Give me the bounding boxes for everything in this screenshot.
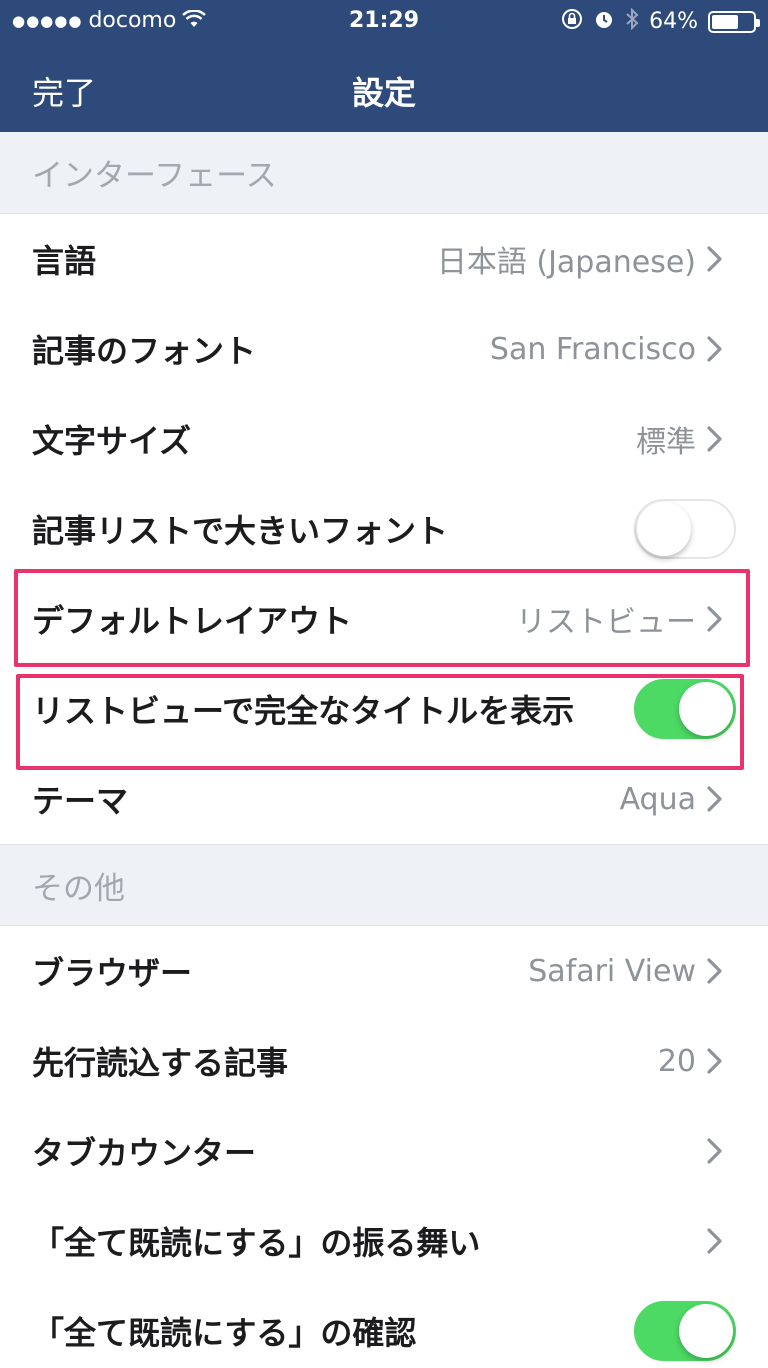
chevron-right-icon [706,245,724,273]
row-label: 「全て既読にする」の振る舞い [32,1224,481,1262]
row-accessory: San Francisco [490,332,724,367]
orientation-lock-icon [561,8,583,35]
row-theme[interactable]: テーマ Aqua [0,754,768,844]
row-text-size[interactable]: 文字サイズ 標準 [0,394,768,484]
row-accessory [706,1227,724,1255]
row-label: 言語 [32,242,97,280]
status-bar-right: 64% [561,7,760,35]
row-label: 文字サイズ [32,422,192,460]
row-default-layout[interactable]: デフォルトレイアウト リストビュー [0,574,768,664]
battery-level [712,14,738,29]
chevron-right-icon [706,425,724,453]
row-tab-counter[interactable]: タブカウンター [0,1106,768,1196]
chevron-right-icon [706,1047,724,1075]
row-article-font[interactable]: 記事のフォント San Francisco [0,304,768,394]
row-value: Aqua [619,781,696,817]
row-accessory: Aqua [620,782,724,817]
row-browser[interactable]: ブラウザー Safari View [0,926,768,1016]
chevron-right-icon [706,335,724,363]
toggle-knob [679,682,733,736]
battery-percent: 64% [649,9,698,34]
row-accessory: 標準 [636,417,724,461]
row-full-title-in-list[interactable]: リストビューで完全なタイトルを表示 [0,664,768,754]
chevron-right-icon [706,1137,724,1165]
toggle-switch[interactable] [634,1301,736,1361]
row-value: 標準 [636,425,696,460]
alarm-icon [593,8,615,35]
row-accessory: Safari View [528,954,724,989]
toggle-switch[interactable] [634,679,736,739]
navigation-bar: 完了 設定 [0,44,768,132]
row-accessory: リストビュー [516,597,724,641]
chevron-right-icon [706,1227,724,1255]
status-bar: ●●●●● docomo 21:29 64% [0,0,768,44]
battery-icon [708,10,760,33]
row-label: ブラウザー [32,954,193,992]
row-label: 「全て既読にする」の確認 [32,1314,417,1352]
row-value: San Francisco [489,331,696,367]
chevron-right-icon [706,605,724,633]
toggle-knob [679,1304,733,1358]
row-label: タブカウンター [32,1134,257,1172]
row-accessory [634,679,736,739]
chevron-right-icon [706,785,724,813]
row-large-font-in-list[interactable]: 記事リストで大きいフォント [0,484,768,574]
row-value: 20 [657,1043,696,1079]
row-label: テーマ [32,782,129,820]
row-mark-all-read-confirm[interactable]: 「全て既読にする」の確認 [0,1286,768,1368]
row-label: 記事のフォント [32,332,257,370]
toggle-switch[interactable] [634,499,736,559]
row-value: 日本語 (Japanese) [436,245,696,280]
row-value: リストビュー [516,605,696,640]
row-value: Safari View [528,953,696,989]
section-header: インターフェース [0,132,768,214]
chevron-right-icon [706,957,724,985]
toggle-knob [637,502,691,556]
row-label: 記事リストで大きいフォント [32,512,449,550]
row-mark-all-read-behavior[interactable]: 「全て既読にする」の振る舞い [0,1196,768,1286]
row-label: リストビューで完全なタイトルを表示 [32,692,575,730]
row-accessory [634,1301,736,1361]
row-label: 先行読込する記事 [32,1044,289,1082]
row-prefetch-articles[interactable]: 先行読込する記事 20 [0,1016,768,1106]
bluetooth-icon [625,7,639,35]
section-header: その他 [0,844,768,926]
row-accessory: 20 [658,1044,724,1079]
page-title: 設定 [351,74,416,112]
row-label: デフォルトレイアウト [32,602,353,640]
row-accessory [706,1137,724,1165]
settings-list: インターフェース言語 日本語 (Japanese) 記事のフォント San Franc… [0,132,768,1368]
row-accessory [634,499,736,559]
done-button[interactable]: 完了 [32,68,96,114]
row-language[interactable]: 言語 日本語 (Japanese) [0,214,768,304]
row-accessory: 日本語 (Japanese) [437,237,724,281]
